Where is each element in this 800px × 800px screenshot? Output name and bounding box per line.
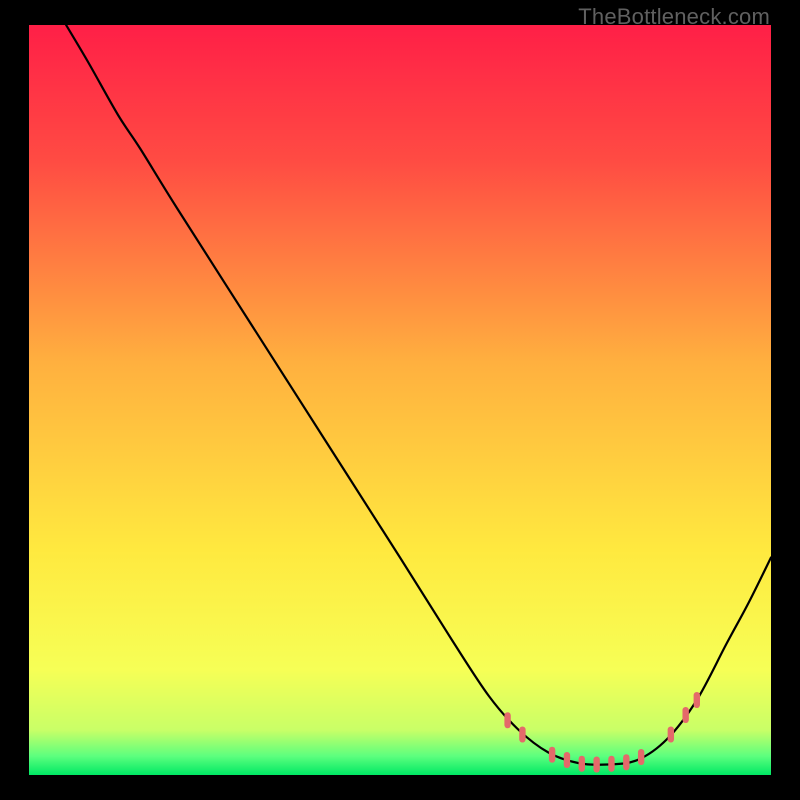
curve-marker xyxy=(623,754,629,770)
curve-marker xyxy=(519,727,525,743)
curve-marker xyxy=(668,727,674,743)
curve-marker xyxy=(638,749,644,765)
curve-marker xyxy=(549,747,555,763)
gradient-background xyxy=(29,25,771,775)
chart-plot-area xyxy=(29,25,771,775)
curve-marker xyxy=(579,756,585,772)
curve-marker xyxy=(682,707,688,723)
curve-marker xyxy=(608,756,614,772)
curve-marker xyxy=(694,692,700,708)
curve-marker xyxy=(593,757,599,773)
curve-marker xyxy=(564,752,570,768)
chart-svg xyxy=(29,25,771,775)
curve-marker xyxy=(504,712,510,728)
